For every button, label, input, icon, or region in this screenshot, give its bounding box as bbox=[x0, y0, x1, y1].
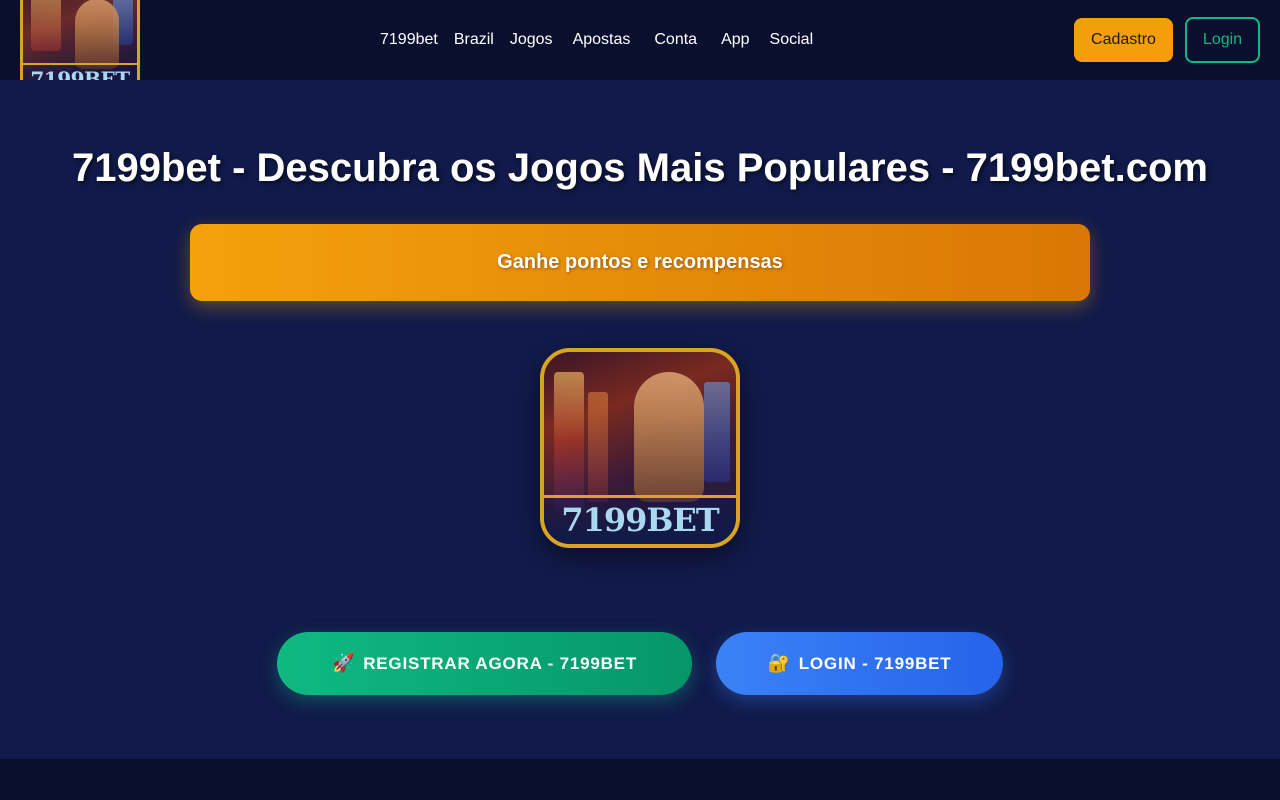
register-now-button[interactable]: 🚀 REGISTRAR AGORA - 7199BET bbox=[277, 632, 692, 695]
slot-machine-art bbox=[588, 392, 608, 502]
logo-art-figure bbox=[75, 0, 119, 69]
nav-link-conta[interactable]: Conta bbox=[654, 31, 697, 49]
nav-link-jogos[interactable]: Jogos bbox=[510, 31, 553, 49]
nav-link-7199bet[interactable]: 7199bet bbox=[380, 31, 438, 49]
player-figure-art bbox=[634, 372, 704, 502]
main-nav: 7199bet Brazil Jogos Apostas Conta App S… bbox=[372, 0, 821, 80]
banner-text: Ganhe pontos e recompensas bbox=[497, 251, 783, 273]
cadastro-button[interactable]: Cadastro bbox=[1074, 18, 1173, 62]
site-header: 7199BET 7199bet Brazil Jogos Apostas Con… bbox=[0, 0, 1280, 98]
hero-brand-text: 7199BET bbox=[544, 495, 736, 544]
nav-link-apostas[interactable]: Apostas bbox=[573, 31, 631, 49]
register-label: REGISTRAR AGORA - 7199BET bbox=[363, 653, 637, 673]
nav-link-app[interactable]: App bbox=[721, 31, 749, 49]
nav-link-social[interactable]: Social bbox=[770, 31, 814, 49]
page-title: 7199bet - Descubra os Jogos Mais Popular… bbox=[72, 146, 1208, 190]
slot-machine-art bbox=[554, 372, 584, 512]
app-hero-image: 7199BET bbox=[540, 348, 740, 548]
footer-strip bbox=[0, 759, 1280, 800]
rocket-icon: 🚀 bbox=[332, 653, 356, 673]
rewards-banner[interactable]: Ganhe pontos e recompensas bbox=[190, 224, 1090, 301]
nav-link-brazil[interactable]: Brazil bbox=[454, 31, 494, 49]
login-button[interactable]: Login bbox=[1185, 17, 1260, 63]
slot-machine-art bbox=[704, 382, 730, 482]
login-cta-label: LOGIN - 7199BET bbox=[798, 653, 952, 673]
logo-art-light bbox=[31, 0, 61, 51]
lock-key-icon: 🔐 bbox=[767, 653, 791, 673]
login-cta-button[interactable]: 🔐 LOGIN - 7199BET bbox=[716, 632, 1003, 695]
